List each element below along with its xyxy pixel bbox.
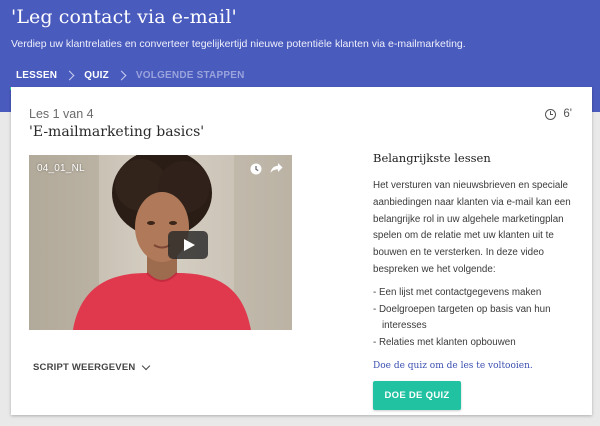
chevron-right-icon [64, 70, 75, 80]
video-label: 04_01_NL [37, 163, 85, 174]
play-button[interactable] [168, 231, 208, 259]
share-icon[interactable] [270, 162, 283, 174]
chevron-right-icon [116, 70, 127, 80]
lesson-counter: Les 1 van 4 [29, 107, 94, 121]
clock-icon [545, 108, 557, 120]
list-item: - Een lijst met contactgegevens maken [373, 286, 542, 298]
lesson-duration: 6' [545, 108, 572, 120]
list-item: - Doelgroepen targeten op basis van hun … [373, 303, 551, 332]
breadcrumb-quiz[interactable]: QUIZ [84, 70, 109, 81]
breadcrumb-next-steps[interactable]: VOLGENDE STAPPEN [136, 70, 245, 81]
breadcrumb-lessons[interactable]: LESSEN [9, 70, 64, 90]
video-player[interactable]: 04_01_NL [29, 155, 292, 330]
watch-later-icon[interactable] [250, 163, 262, 175]
key-lessons-list: - Een lijst met contactgegevens maken - … [373, 285, 578, 352]
list-item: - Relaties met klanten opbouwen [373, 337, 516, 349]
show-script-toggle[interactable]: SCRIPT WEERGEVEN [33, 361, 151, 373]
key-lessons-heading: Belangrijkste lessen [373, 151, 491, 165]
quiz-link[interactable]: Doe de quiz om de les te voltooien. [373, 361, 533, 371]
course-subtitle: Verdiep uw klantrelaties en converteer t… [11, 38, 466, 50]
key-lessons-text: Het versturen van nieuwsbrieven en speci… [373, 180, 571, 275]
duration-value: 6' [563, 108, 572, 120]
take-quiz-button[interactable]: DOE DE QUIZ [373, 381, 461, 410]
video-thumbnail [29, 155, 292, 330]
chevron-down-icon [142, 361, 151, 371]
breadcrumb: LESSEN QUIZ VOLGENDE STAPPEN [0, 62, 600, 90]
course-title: 'Leg contact via e-mail' [11, 6, 237, 28]
show-script-label: SCRIPT WEERGEVEN [33, 362, 136, 373]
lesson-card: Les 1 van 4 'E-mailmarketing basics' 6' [11, 87, 592, 415]
lesson-title: 'E-mailmarketing basics' [29, 124, 205, 140]
key-lessons-panel: Belangrijkste lessen Het versturen van n… [373, 151, 578, 352]
